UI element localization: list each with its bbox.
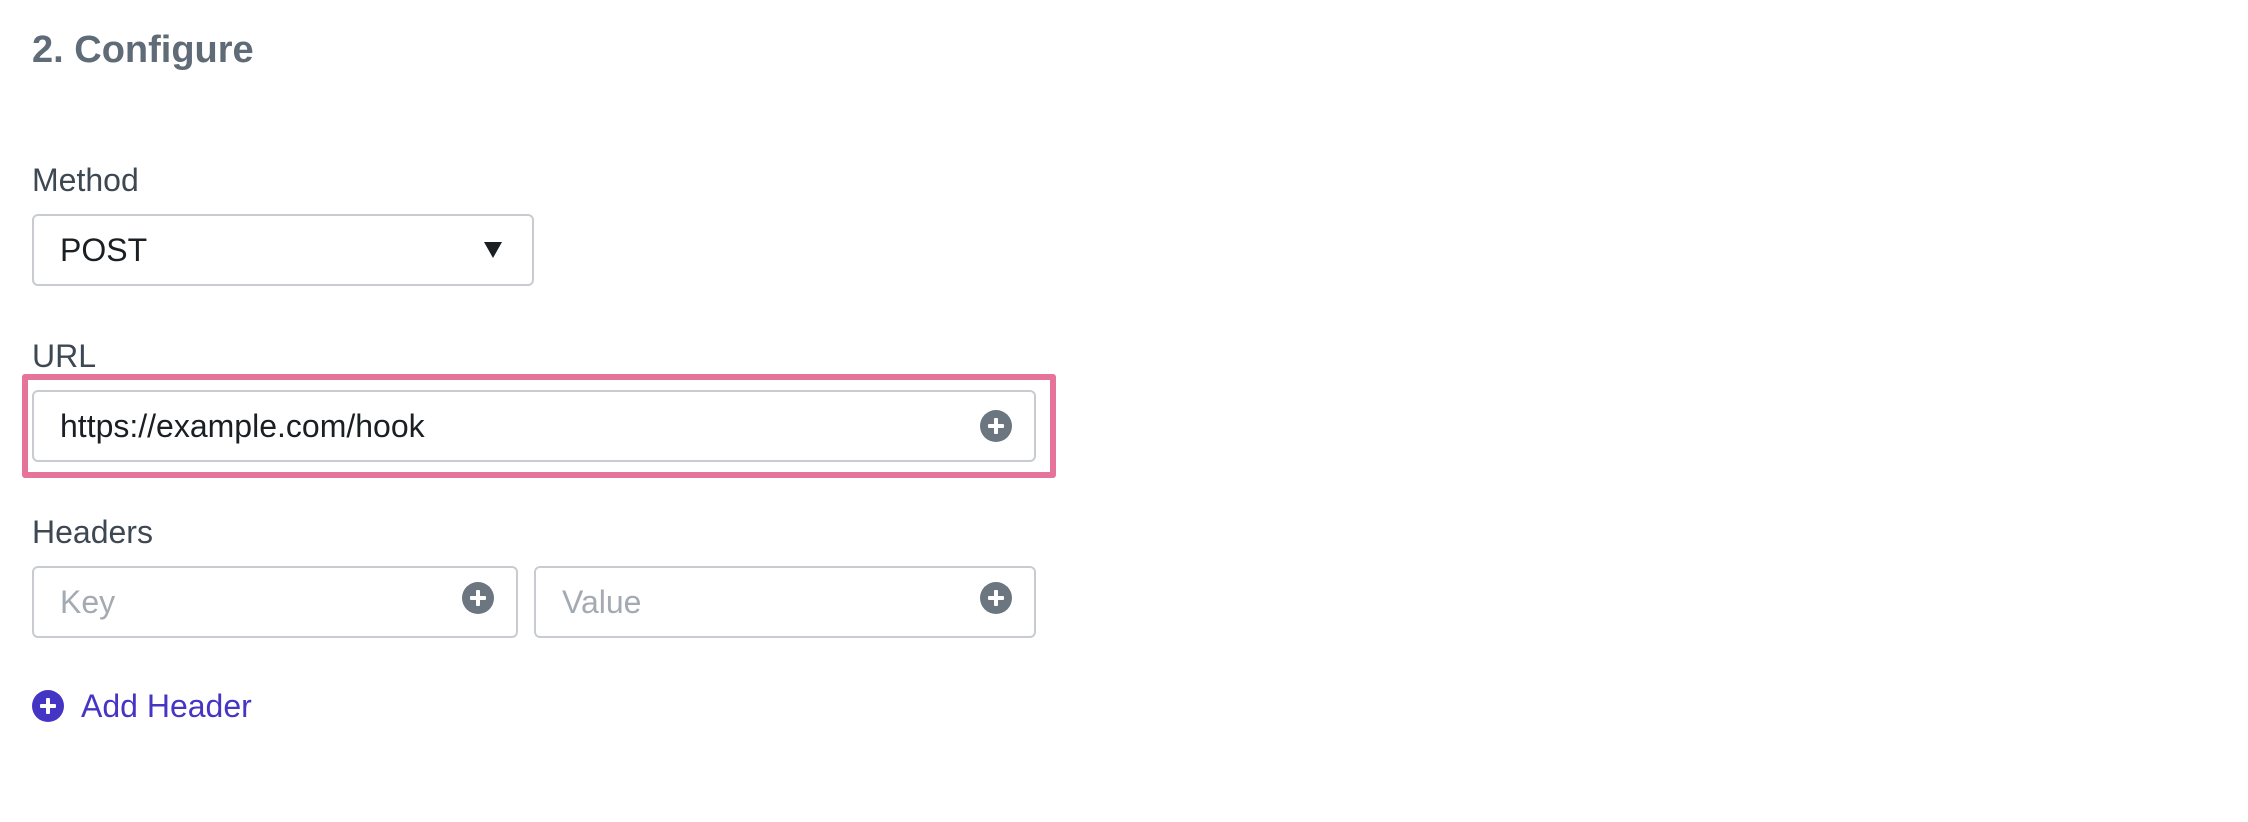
add-header-button[interactable]: Add Header xyxy=(32,686,252,726)
header-key-placeholder: Key xyxy=(60,584,116,620)
key-plus-circle-icon[interactable] xyxy=(462,582,494,614)
header-key-input[interactable]: Key xyxy=(32,566,518,638)
add-header-label: Add Header xyxy=(81,688,252,724)
method-select[interactable]: POST xyxy=(32,214,534,286)
header-value-placeholder: Value xyxy=(562,584,642,620)
url-label: URL xyxy=(32,338,97,374)
url-input-value: https://example.com/hook xyxy=(60,408,425,444)
section-title: 2. Configure xyxy=(32,29,254,71)
method-label: Method xyxy=(32,162,139,198)
add-header-plus-circle-icon xyxy=(32,690,64,722)
triangle-down-icon xyxy=(484,242,502,258)
header-value-input[interactable]: Value xyxy=(534,566,1036,638)
value-plus-circle-icon[interactable] xyxy=(980,582,1012,614)
headers-label: Headers xyxy=(32,514,153,550)
method-selected-value: POST xyxy=(60,232,148,268)
url-input[interactable]: https://example.com/hook xyxy=(32,390,1036,462)
url-plus-circle-icon[interactable] xyxy=(980,410,1012,442)
